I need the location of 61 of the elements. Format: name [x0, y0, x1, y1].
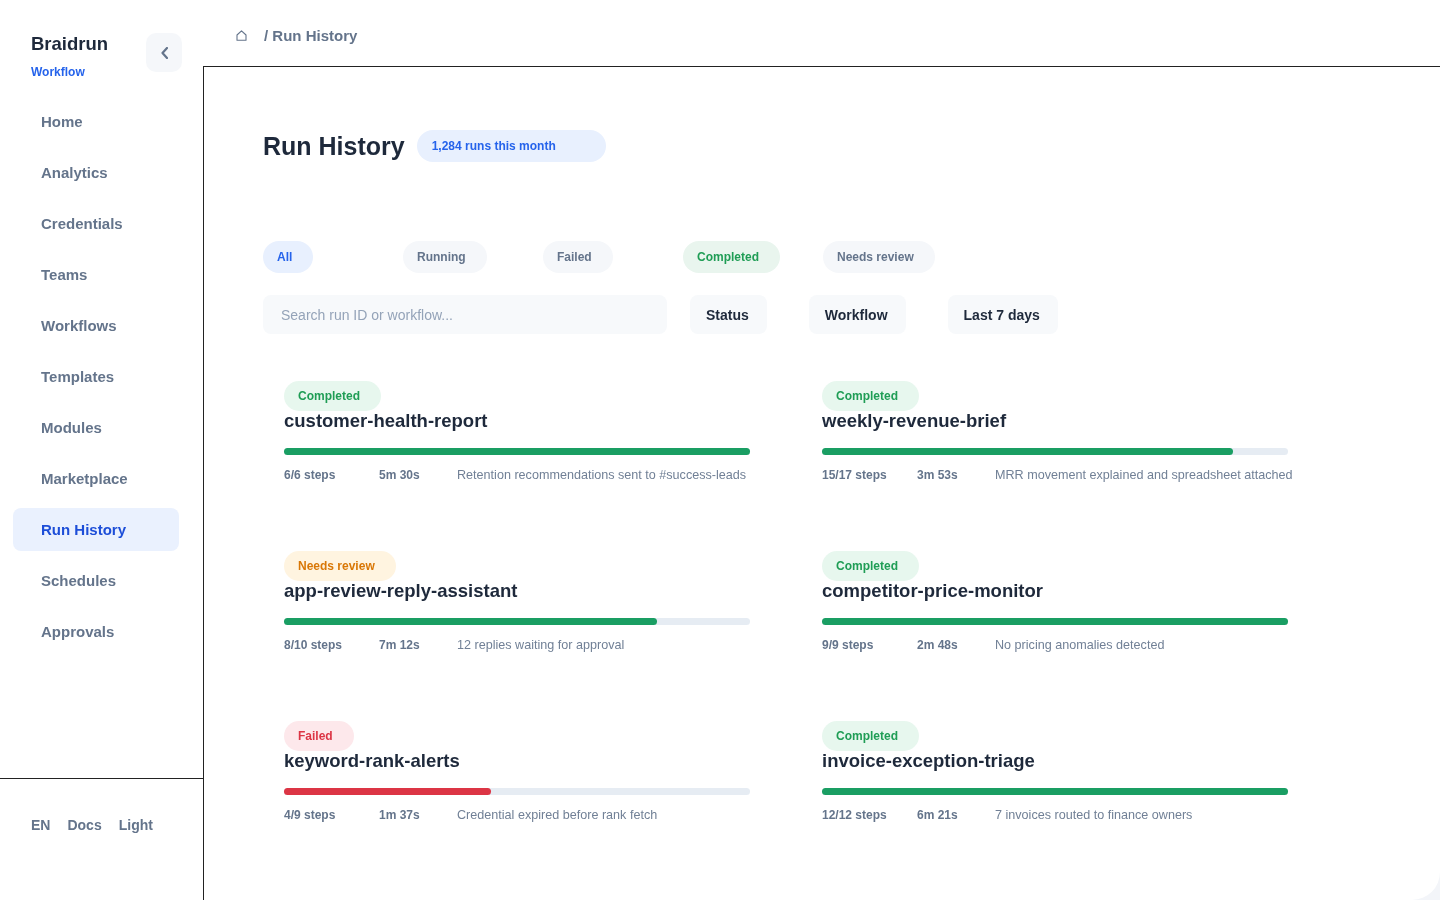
step-count: 4/9 steps — [284, 808, 336, 822]
run-summary: Credential expired before rank fetch — [457, 808, 658, 822]
nav-item[interactable]: Schedules — [13, 559, 179, 602]
brand-subtitle: Workflow — [31, 64, 85, 80]
filter-dropdown[interactable]: Status — [690, 295, 767, 334]
run-name: customer-health-report — [284, 411, 488, 431]
run-duration: 2m 48s — [917, 638, 958, 652]
status-badge: Failed — [284, 721, 354, 751]
status-badge: Completed — [284, 381, 381, 411]
filter-dropdown[interactable]: Workflow — [808, 295, 906, 334]
filter-chip[interactable]: Completed — [683, 241, 780, 273]
run-summary: 12 replies waiting for approval — [457, 638, 625, 652]
run-duration: 1m 37s — [379, 808, 420, 822]
filter-chip[interactable]: Running — [403, 241, 487, 273]
search-field[interactable]: Search run ID or workflow... — [263, 295, 667, 334]
footer-link[interactable]: EN — [31, 817, 51, 833]
run-name: invoice-exception-triage — [822, 751, 1035, 771]
footer-link[interactable]: Light — [118, 817, 153, 833]
nav-item[interactable]: Modules — [13, 406, 179, 449]
status-badge: Needs review — [284, 551, 396, 581]
step-count: 12/12 steps — [822, 808, 887, 822]
nav-item[interactable]: Marketplace — [13, 457, 179, 500]
run-summary: MRR movement explained and spreadsheet attached — [995, 468, 1293, 482]
run-name: competitor-price-monitor — [822, 581, 1043, 601]
filter-chip[interactable]: Needs review — [823, 241, 935, 273]
status-badge: Completed — [822, 551, 919, 581]
home-icon[interactable] — [236, 29, 247, 41]
filter-dropdown[interactable]: Last 7 days — [947, 295, 1058, 334]
run-duration: 5m 30s — [379, 468, 420, 482]
nav-item[interactable]: Templates — [13, 355, 179, 398]
run-duration: 7m 12s — [379, 638, 420, 652]
breadcrumb-current: / Run History — [264, 26, 358, 44]
nav-item[interactable]: Approvals — [13, 610, 179, 653]
nav-item[interactable]: Credentials — [13, 202, 179, 245]
run-name: keyword-rank-alerts — [284, 751, 460, 771]
run-duration: 6m 21s — [917, 808, 958, 822]
status-badge: Completed — [822, 381, 919, 411]
filter-chip[interactable]: Failed — [543, 241, 613, 273]
chevron-left-icon — [160, 46, 168, 59]
footer-link[interactable]: Docs — [67, 817, 102, 833]
run-summary: No pricing anomalies detected — [995, 638, 1165, 652]
run-name: weekly-revenue-brief — [822, 411, 1007, 431]
step-count: 6/6 steps — [284, 468, 336, 482]
nav-item[interactable]: Run History — [13, 508, 179, 551]
run-summary: Retention recommendations sent to #success-leads — [457, 468, 747, 482]
step-count: 15/17 steps — [822, 468, 887, 482]
filter-chip[interactable]: All — [263, 241, 314, 273]
nav-item[interactable]: Teams — [13, 253, 179, 296]
nav-item[interactable]: Home — [13, 100, 179, 143]
page-title: Run History — [263, 131, 405, 162]
run-duration: 3m 53s — [917, 468, 958, 482]
status-badge: Completed — [822, 721, 919, 751]
nav-item[interactable]: Workflows — [13, 304, 179, 347]
run-name: app-review-reply-assistant — [284, 581, 518, 601]
nav-item[interactable]: Analytics — [13, 151, 179, 194]
collapse-sidebar-button[interactable] — [146, 33, 182, 72]
step-count: 8/10 steps — [284, 638, 343, 652]
run-summary: 7 invoices routed to finance owners — [995, 808, 1193, 822]
step-count: 9/9 steps — [822, 638, 874, 652]
run-count-badge: 1,284 runs this month — [416, 130, 606, 162]
brand-name: Braidrun — [31, 32, 109, 56]
